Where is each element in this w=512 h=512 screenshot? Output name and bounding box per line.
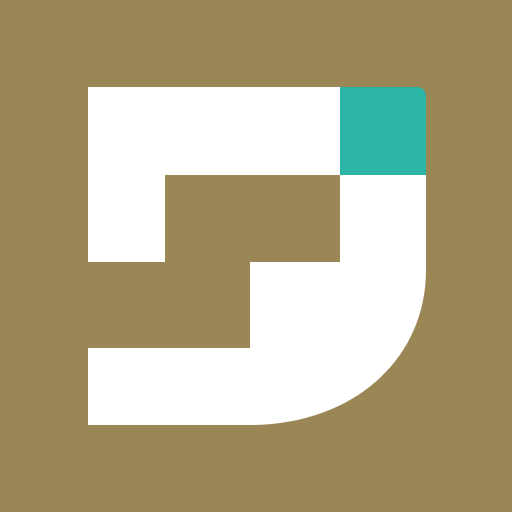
logo-accent-square	[340, 87, 426, 175]
app-icon-canvas	[0, 0, 512, 512]
brand-logo-icon	[0, 0, 512, 512]
icon-background	[0, 0, 512, 512]
